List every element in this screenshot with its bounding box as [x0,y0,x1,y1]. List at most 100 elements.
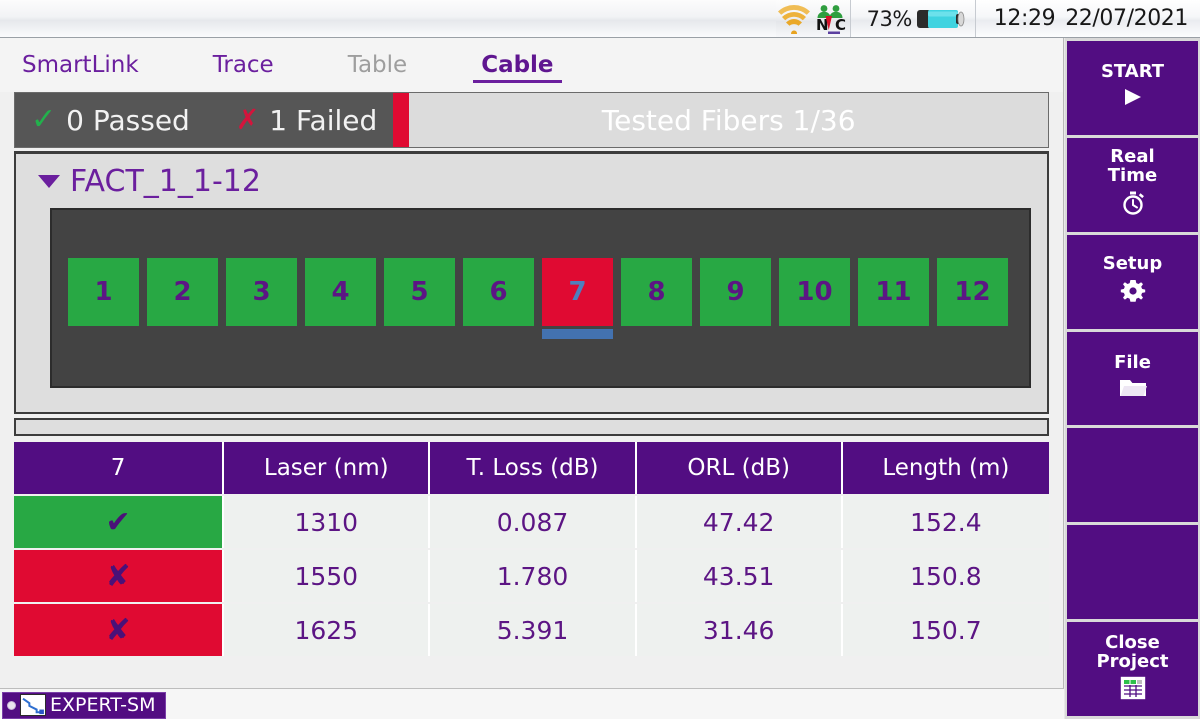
setup-button-label: Setup [1102,252,1163,274]
sidebar-button-empty-1[interactable] [1067,428,1198,523]
cell-orl: 31.46 [636,604,843,656]
progress-bar-fill [393,93,410,147]
fiber-tile-selection-bar [384,329,455,339]
application-window: N C 73% 12:29 22/07/2021 SmartLink Trace… [0,0,1200,719]
wifi-signal-icon[interactable] [776,4,812,34]
cross-icon: ✘ [105,558,131,594]
fiber-tile-selection-bar [305,329,376,339]
fiber-tile-selection-bar [858,329,929,339]
fiber-tile[interactable]: 10 [779,257,850,339]
taskbar-status-dot [7,700,16,710]
taskbar-app-expert-sm[interactable]: EXPERT-SM [2,691,167,719]
table-header-fiber[interactable]: 7 [14,442,225,494]
clock-date: 22/07/2021 [1065,6,1188,31]
fiber-tile[interactable]: 1 [68,257,139,339]
fiber-tile[interactable]: 5 [384,257,455,339]
cell-length: 150.7 [842,604,1049,656]
cell-length: 152.4 [842,496,1049,548]
clock-time: 12:29 [993,6,1056,31]
fiber-tile-label: 5 [384,257,455,326]
otdr-trace-icon [20,694,46,716]
fiber-tile-label: 10 [779,257,850,326]
table-header-orl[interactable]: ORL (dB) [636,442,843,494]
status-badge: ✔ [14,496,225,548]
cell-orl: 47.42 [636,496,843,548]
close-project-button-label: Close Project [1096,631,1169,672]
fiber-tile-selection-bar [542,328,613,339]
fiber-tile-container: 1 2 3 4 5 6 7 8 9 10 11 12 [50,208,1031,388]
fiber-tile[interactable]: 9 [700,257,771,339]
passed-label: 0 Passed [66,103,190,137]
tab-smartlink[interactable]: SmartLink [14,45,147,85]
battery-percent-label: 73% [866,6,913,31]
test-summary-banner: ✓ 0 Passed ✗ 1 Failed Tested Fibers 1/36 [14,92,1049,148]
real-time-button[interactable]: Real Time [1067,137,1198,232]
cell-orl: 43.51 [636,550,843,602]
fiber-tile-label: 4 [305,257,376,326]
fiber-tile[interactable]: 4 [305,257,376,339]
cell-loss: 5.391 [430,604,637,656]
tab-cable[interactable]: Cable [473,45,562,85]
cable-group-name: FACT_1_1-12 [70,163,261,199]
cell-loss: 0.087 [430,496,637,548]
table-row[interactable]: ✘ 1625 5.391 31.46 150.7 [14,604,1049,656]
failed-counter: ✗ 1 Failed [236,104,377,137]
fiber-tile[interactable]: 11 [858,257,929,339]
fiber-tile-label: 9 [700,257,771,326]
fiber-tile-label: 6 [463,257,534,326]
tab-trace[interactable]: Trace [205,45,282,85]
fiber-tile[interactable]: 8 [621,257,692,339]
fiber-tile[interactable]: 2 [147,257,218,339]
passed-counter: ✓ 0 Passed [31,104,190,137]
battery-indicator: 73% [849,0,975,37]
fiber-tile-selection-bar [621,329,692,339]
table-row[interactable]: ✔ 1310 0.087 47.42 152.4 [14,496,1049,548]
check-icon: ✓ [31,102,57,137]
cell-length: 150.8 [842,550,1049,602]
setup-button[interactable]: Setup [1067,234,1198,329]
fiber-tile-selection-bar [463,329,534,339]
close-project-button[interactable]: Close Project [1067,622,1198,717]
chevron-down-icon[interactable] [38,174,60,188]
cable-panel: FACT_1_1-12 1 2 3 4 5 6 7 8 9 10 11 12 [14,151,1049,414]
cable-group-header[interactable]: FACT_1_1-12 [16,154,1047,208]
taskbar: EXPERT-SM [0,688,1064,719]
table-header-length[interactable]: Length (m) [842,442,1049,494]
navigation-tabs: SmartLink Trace Table Cable [0,38,1063,92]
file-button[interactable]: File [1067,331,1198,426]
start-button[interactable]: START [1067,41,1198,135]
fiber-tile-selection-bar [937,329,1008,339]
cell-laser: 1550 [224,550,431,602]
fiber-tile-label: 8 [621,257,692,326]
table-row[interactable]: ✘ 1550 1.780 43.51 150.8 [14,550,1049,602]
check-icon: ✔ [105,504,131,540]
fiber-tile-selection-bar [779,329,850,339]
gear-icon [1120,278,1146,309]
file-button-label: File [1114,351,1151,373]
fiber-tile-selected[interactable]: 7 [542,257,613,339]
real-time-button-label: Real Time [1107,146,1158,187]
table-header-row: 7 Laser (nm) T. Loss (dB) ORL (dB) Lengt… [14,442,1049,494]
vnc-icon[interactable]: N C [814,3,848,35]
summary-counters: ✓ 0 Passed ✗ 1 Failed [15,93,394,147]
sidebar-button-empty-2[interactable] [1067,525,1198,620]
fiber-tile[interactable]: 3 [226,257,297,339]
grid-table-icon [1120,676,1146,705]
fiber-tile-selection-bar [700,329,771,339]
table-header-loss[interactable]: T. Loss (dB) [430,442,637,494]
fiber-tile-label: 2 [147,257,218,326]
fiber-tile-list: 1 2 3 4 5 6 7 8 9 10 11 12 [68,257,1008,339]
table-header-laser[interactable]: Laser (nm) [224,442,431,494]
status-badge: ✘ [14,604,225,656]
tab-table[interactable]: Table [340,45,415,85]
folder-icon [1118,377,1148,404]
fiber-tile-label: 12 [937,257,1008,326]
tested-fibers-area: Tested Fibers 1/36 [409,93,1048,147]
panel-separator [14,418,1049,436]
fiber-tile[interactable]: 12 [937,257,1008,339]
fiber-tile[interactable]: 6 [463,257,534,339]
fiber-tile-label: 11 [858,257,929,326]
tested-fibers-label: Tested Fibers 1/36 [601,103,856,137]
start-button-label: START [1100,61,1165,83]
main-content-area: SmartLink Trace Table Cable ✓ 0 Passed ✗… [0,38,1064,688]
